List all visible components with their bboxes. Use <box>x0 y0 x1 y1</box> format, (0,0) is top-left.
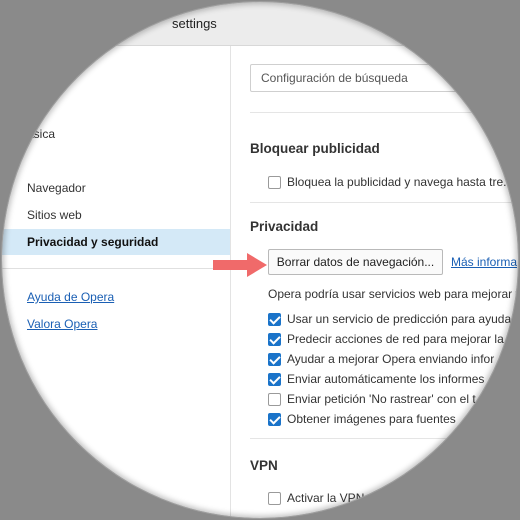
more-info-link[interactable]: Más informa <box>451 255 517 269</box>
privacy-checkbox[interactable] <box>268 333 281 346</box>
privacy-checkbox[interactable] <box>268 413 281 426</box>
section-divider <box>250 438 518 439</box>
privacy-checkbox[interactable] <box>268 353 281 366</box>
privacy-option-label: Predecir acciones de red para mejorar la <box>287 332 504 346</box>
settings-content: Configuración de búsqueda Bloquear publi… <box>231 46 518 518</box>
privacy-option-label: Enviar automáticamente los informes <box>287 372 485 386</box>
privacy-checkbox[interactable] <box>268 313 281 326</box>
sidebar-divider <box>2 268 230 269</box>
adblock-heading: Bloquear publicidad <box>250 141 380 156</box>
section-divider <box>250 112 518 113</box>
privacy-option-label: Usar un servicio de predicción para ayud… <box>287 312 512 326</box>
privacy-description: Opera podría usar servicios web para mej… <box>268 287 518 301</box>
clear-browsing-data-button[interactable]: Borrar datos de navegación... <box>268 249 443 275</box>
right-arrow-icon <box>213 253 267 277</box>
privacy-checkbox[interactable] <box>268 393 281 406</box>
privacy-option-label: Ayudar a mejorar Opera enviando infor <box>287 352 495 366</box>
privacy-option-label: Obtener imágenes para fuentes <box>287 412 456 426</box>
adblock-option-label: Bloquea la publicidad y navega hasta tre… <box>287 175 514 189</box>
privacy-heading: Privacidad <box>250 219 319 234</box>
help-link[interactable]: Ayuda de Opera <box>27 290 114 304</box>
adblock-checkbox[interactable] <box>268 176 281 189</box>
privacy-checkbox[interactable] <box>268 373 281 386</box>
sidebar-item-browser[interactable]: Navegador <box>2 175 230 201</box>
vpn-option-label: Activar la VPN <box>287 491 365 505</box>
sidebar: ásica Navegador Sitios web Privacidad y … <box>2 46 231 518</box>
sidebar-item-websites[interactable]: Sitios web <box>2 202 230 228</box>
section-divider <box>250 202 518 203</box>
magnified-view: settings ásica Navegador Sitios web Priv… <box>2 2 518 518</box>
sidebar-item-privacy-security[interactable]: Privacidad y seguridad <box>2 229 230 255</box>
rate-opera-link[interactable]: Valora Opera <box>27 317 97 331</box>
privacy-option-label: Enviar petición 'No rastrear' con el t <box>287 392 476 406</box>
vpn-checkbox[interactable] <box>268 492 281 505</box>
sidebar-item-basic[interactable]: ásica <box>2 121 230 147</box>
title-bar: settings <box>2 2 518 46</box>
search-settings-field[interactable]: Configuración de búsqueda <box>250 64 518 92</box>
window-title: settings <box>172 16 217 31</box>
vpn-heading: VPN <box>250 458 278 473</box>
